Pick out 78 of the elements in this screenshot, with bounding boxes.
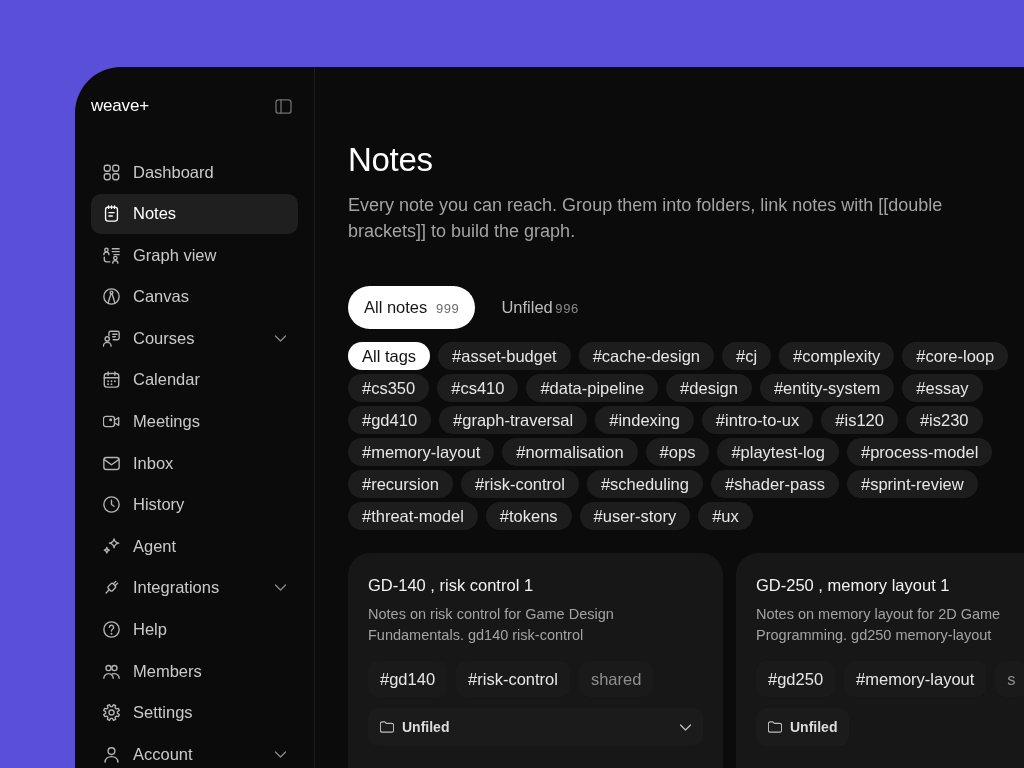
tag-chip[interactable]: #tokens xyxy=(485,502,572,530)
tab[interactable]: All notes 999 xyxy=(348,286,476,329)
user-icon xyxy=(103,745,120,763)
tag-chip[interactable]: #intro-to-ux xyxy=(701,406,814,434)
calendar-icon xyxy=(103,371,120,389)
tag-chip[interactable]: #shader-pass xyxy=(711,470,839,498)
folder-select[interactable]: Unfiled xyxy=(368,708,703,746)
tag-chip[interactable]: #cache-design xyxy=(578,342,714,370)
tag-chip[interactable]: #cs350 xyxy=(348,374,430,402)
panel-icon xyxy=(275,98,292,114)
tag-chip[interactable]: #sprint-review xyxy=(846,470,978,498)
compass-circle-icon xyxy=(103,288,120,306)
page-description: Every note you can reach. Group them into folders, link notes with [[double brackets]] to build the graph. xyxy=(348,194,944,243)
tag-chip[interactable]: #ops xyxy=(645,438,710,466)
chevron-down-icon xyxy=(680,723,691,731)
note-card[interactable]: GD-250 , memory layout 1 Notes on memory layout for 2D Game Programming. gd250 memory-layout #gd250 #memory-layout s Unfiled xyxy=(736,553,1024,768)
tag-chip[interactable]: #scheduling xyxy=(586,470,703,498)
nav-item[interactable]: Members xyxy=(91,651,298,692)
grid-icon xyxy=(103,163,120,181)
clock-icon xyxy=(103,496,120,514)
page-title: Notes xyxy=(348,140,434,180)
help-icon xyxy=(103,621,120,639)
tag-chip[interactable]: #is120 xyxy=(821,406,898,434)
tag-chip[interactable]: #cj xyxy=(722,342,772,370)
nav-item[interactable]: Calendar xyxy=(91,359,298,400)
tag-chip[interactable]: #entity-system xyxy=(759,374,895,402)
envelope-icon xyxy=(103,454,120,472)
tag-chip[interactable]: #design xyxy=(666,374,752,402)
nav-item[interactable]: History xyxy=(91,484,298,525)
tag-chip[interactable]: #graph-traversal xyxy=(439,406,588,434)
note-title: GD-250 , memory layout 1 xyxy=(756,575,951,595)
folder-icon xyxy=(768,721,782,733)
tag-chip[interactable]: All tags xyxy=(348,342,431,370)
nav-item[interactable]: Settings xyxy=(91,692,298,733)
tag-chip[interactable]: #asset-budget xyxy=(438,342,571,370)
tag-chip[interactable]: #ux xyxy=(698,502,753,530)
tag-chip[interactable]: #playtest-log xyxy=(717,438,839,466)
tag-chip[interactable]: #core-loop xyxy=(902,342,1009,370)
nav-item[interactable]: Meetings xyxy=(91,401,298,442)
nav-item[interactable]: Help xyxy=(91,609,298,650)
tag-chip[interactable]: #is230 xyxy=(905,406,983,434)
tag-chip[interactable]: #recursion xyxy=(348,470,454,498)
folder-icon xyxy=(380,721,394,733)
nav-item[interactable]: Graph view xyxy=(91,235,298,276)
nav-item[interactable]: Inbox xyxy=(91,443,298,484)
sidebar-toggle-button[interactable] xyxy=(275,98,292,114)
nav-item[interactable]: Account xyxy=(91,734,298,768)
people-lines-icon xyxy=(103,246,120,264)
nav-item[interactable]: Canvas xyxy=(91,276,298,317)
tag-chip[interactable]: #normalisation xyxy=(502,438,638,466)
tag-chip[interactable]: #cs410 xyxy=(437,374,519,402)
note-description: Notes on risk control for Game Design Fundamentals. gd140 risk-control xyxy=(368,605,615,645)
presenter-icon xyxy=(103,329,120,347)
sparkles-icon xyxy=(103,537,120,555)
nav-item[interactable]: Integrations xyxy=(91,567,298,608)
notepad-icon xyxy=(103,205,120,223)
tag-chip[interactable]: #data-pipeline xyxy=(526,374,659,402)
tag-chip[interactable]: #complexity xyxy=(779,342,895,370)
tag-chip[interactable]: #gd410 xyxy=(348,406,432,434)
tag-chip[interactable]: #threat-model xyxy=(348,502,478,530)
logo-text: weave+ xyxy=(91,95,149,117)
nav-item[interactable]: Dashboard xyxy=(91,152,298,192)
tag-chip[interactable]: #essay xyxy=(902,374,983,402)
tab[interactable]: Unfiled 996 xyxy=(485,286,595,329)
nav-item[interactable]: Courses xyxy=(91,318,298,359)
note-title: GD-140 , risk control 1 xyxy=(368,575,535,595)
tag-chip[interactable]: #risk-control xyxy=(461,470,579,498)
tag-chip[interactable]: #user-story xyxy=(579,502,691,530)
note-card[interactable]: GD-140 , risk control 1 Notes on risk control for Game Design Fundamentals. gd140 risk-control #gd140 #risk-control shared Unfiled xyxy=(348,553,723,768)
note-description: Notes on memory layout for 2D Game Programming. gd250 memory-layout xyxy=(756,605,1002,645)
tag-chip[interactable]: #process-model xyxy=(846,438,993,466)
tag-chip[interactable]: #memory-layout xyxy=(348,438,495,466)
nav-item[interactable]: Agent xyxy=(91,526,298,567)
settings-icon xyxy=(103,704,120,722)
people-icon xyxy=(103,662,120,680)
tag-chip[interactable]: #indexing xyxy=(595,406,694,434)
nav-item[interactable]: Notes xyxy=(91,193,298,234)
folder-select[interactable]: Unfiled xyxy=(756,708,850,746)
